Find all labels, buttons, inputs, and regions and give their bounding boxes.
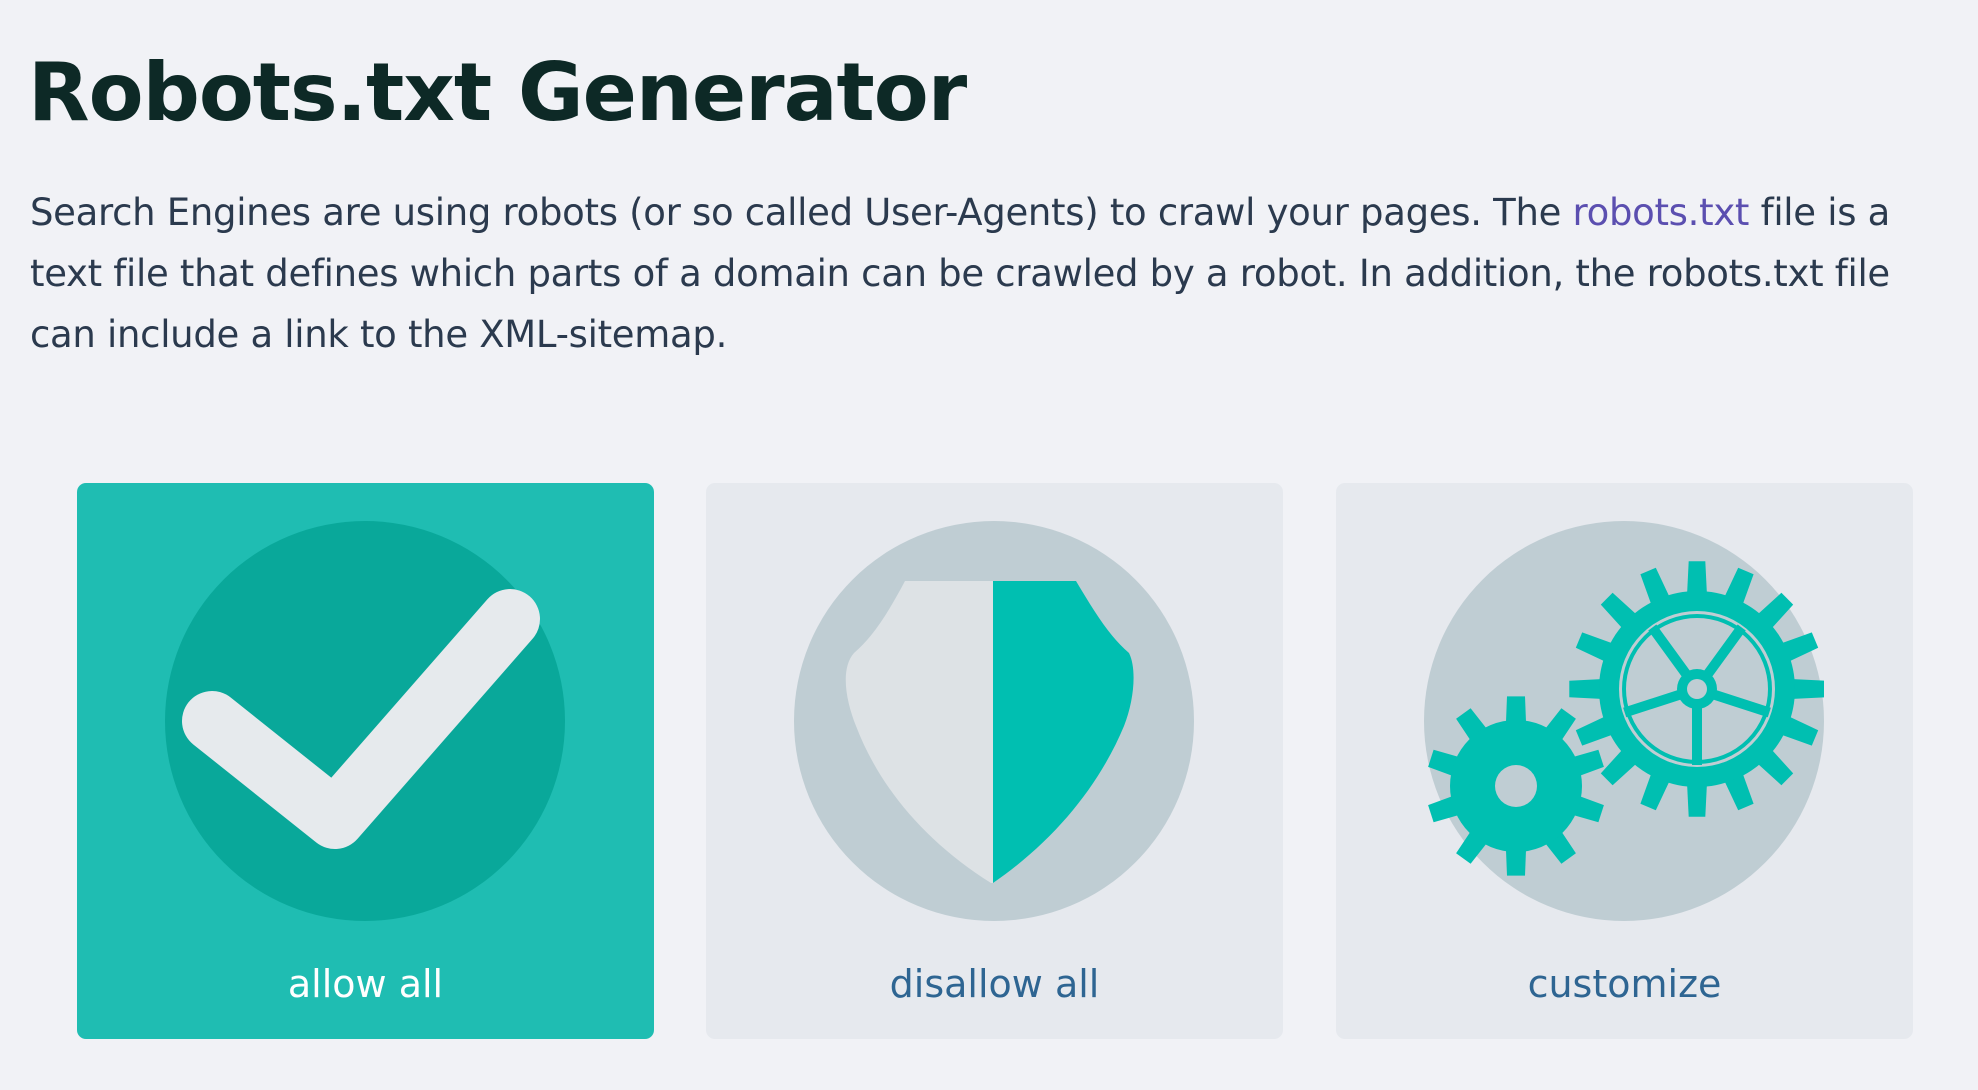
gears-icon [1424, 521, 1824, 921]
shield-icon [794, 521, 1194, 921]
intro-text: Search Engines are using robots (or so c… [30, 191, 1573, 234]
customize-option[interactable]: customize [1336, 483, 1913, 1039]
page-title: Robots.txt Generator [28, 46, 967, 139]
intro-paragraph: Search Engines are using robots (or so c… [30, 182, 1960, 365]
intro-line-1: Search Engines are using robots (or so c… [30, 182, 1960, 243]
allow-all-option[interactable]: allow all [77, 483, 654, 1039]
disallow-all-label: disallow all [889, 962, 1100, 1006]
intro-line-2: text file that defines which parts of a … [30, 252, 1890, 295]
customize-label: customize [1527, 962, 1722, 1006]
allow-all-label: allow all [287, 962, 444, 1006]
intro-text: file is a [1749, 191, 1891, 234]
robots-txt-link[interactable]: robots.txt [1573, 191, 1750, 234]
disallow-all-option[interactable]: disallow all [706, 483, 1283, 1039]
intro-line-3: can include a link to the XML-sitemap. [30, 313, 728, 356]
checkmark-icon [165, 521, 565, 921]
